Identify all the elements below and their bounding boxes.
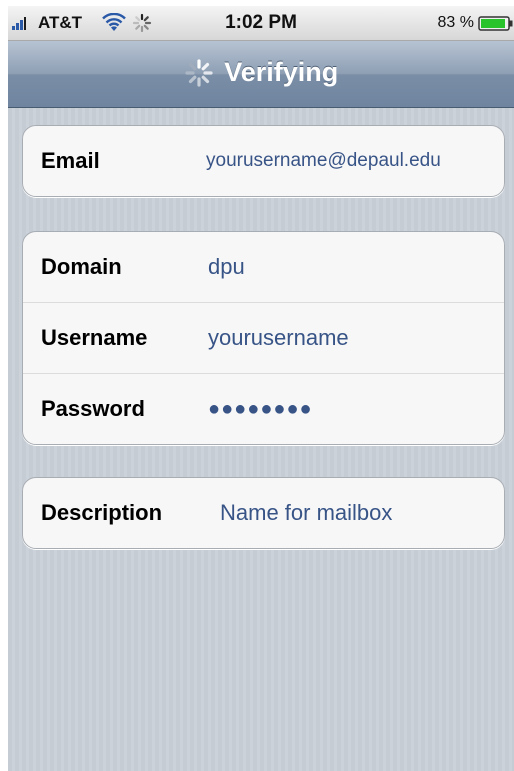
description-field[interactable]: Name for mailbox xyxy=(220,478,392,548)
password-row[interactable]: Password ●●●●●●●● xyxy=(23,374,504,444)
description-row[interactable]: Description Name for mailbox xyxy=(23,478,504,548)
username-row[interactable]: Username yourusername xyxy=(23,303,504,374)
username-field[interactable]: yourusername xyxy=(208,303,349,373)
domain-row[interactable]: Domain dpu xyxy=(23,232,504,303)
description-label: Description xyxy=(41,500,163,525)
domain-field[interactable]: dpu xyxy=(208,232,245,302)
username-label: Username xyxy=(41,325,148,350)
navigation-bar: Verifying xyxy=(8,41,514,108)
password-field[interactable]: ●●●●●●●● xyxy=(208,374,313,444)
battery-icon xyxy=(478,16,513,31)
description-group: Description Name for mailbox xyxy=(22,477,505,549)
status-bar: AT&T 1:02 PM 83 % xyxy=(8,6,514,41)
battery-percent: 83 % xyxy=(437,14,474,31)
password-label: Password xyxy=(41,396,145,421)
domain-label: Domain xyxy=(41,254,122,279)
account-group: Email yourusername@depaul.edu xyxy=(22,125,505,197)
activity-spinner-icon xyxy=(185,58,213,87)
nav-title: Verifying xyxy=(224,57,339,87)
email-label: Email xyxy=(41,148,100,173)
email-field[interactable]: yourusername@depaul.edu xyxy=(206,126,441,196)
server-group: Domain dpu Username yourusername Passwor… xyxy=(22,231,505,445)
email-row[interactable]: Email yourusername@depaul.edu xyxy=(23,126,504,196)
device-screen: AT&T 1:02 PM 83 % Verifying Email yourus… xyxy=(8,6,514,771)
